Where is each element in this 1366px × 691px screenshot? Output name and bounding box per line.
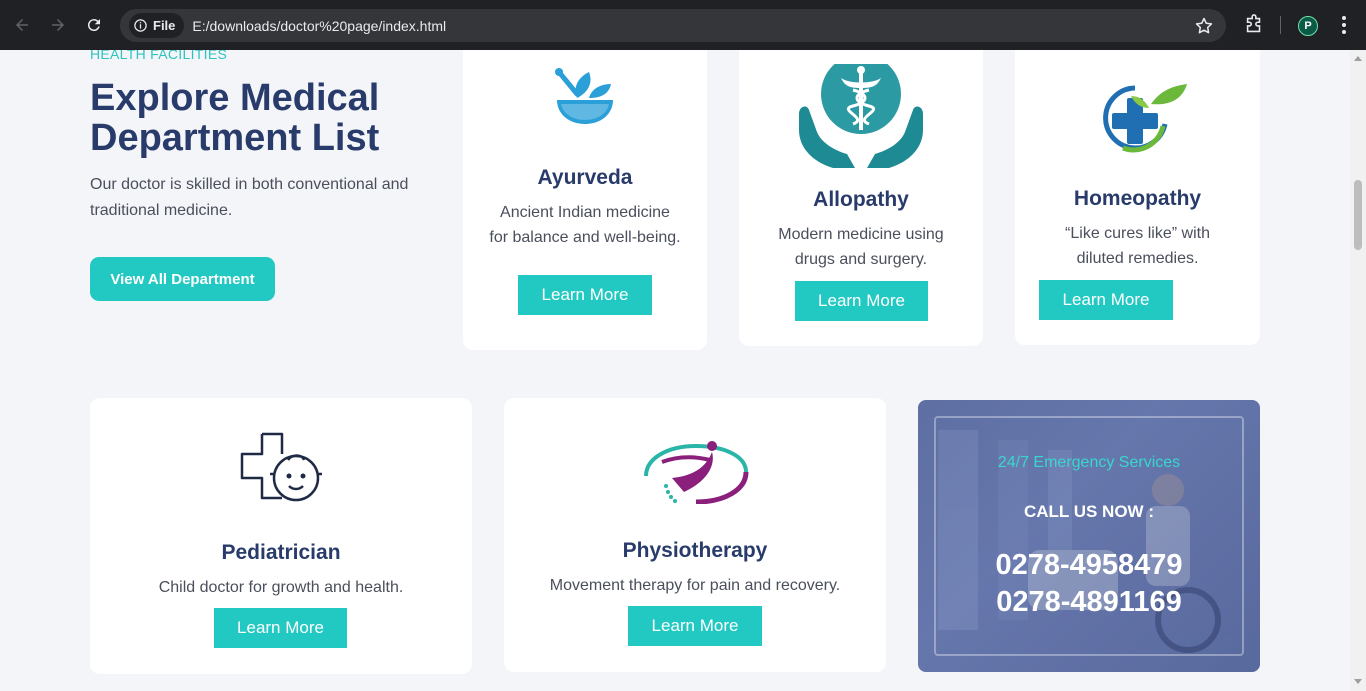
url-text[interactable]: E:/downloads/doctor%20page/index.html — [192, 18, 446, 34]
section-eyebrow: HEALTH FACILITIES — [90, 50, 228, 62]
department-title: Physiotherapy — [622, 539, 768, 562]
department-title: Ayurveda — [537, 166, 633, 189]
page-scrollbar[interactable] — [1350, 50, 1366, 691]
department-description: “Like cures like” with diluted remedies. — [1065, 225, 1210, 267]
back-arrow-icon — [16, 19, 28, 31]
department-card-allopathy: Allopathy Modern medicine using drugs an… — [739, 50, 983, 346]
kebab-menu-icon[interactable] — [1336, 15, 1352, 35]
medical-cross-leaf-icon — [1101, 80, 1189, 161]
forward-arrow-icon — [52, 19, 64, 31]
scroll-down-arrow-icon[interactable] — [1354, 679, 1362, 684]
mortar-pestle-leaf-icon — [553, 66, 617, 135]
emergency-frame — [934, 416, 1244, 656]
learn-more-button[interactable]: Learn More — [795, 281, 928, 321]
site-info-chip[interactable]: File — [129, 13, 185, 38]
toolbar-divider — [1280, 16, 1281, 34]
baby-cross-icon — [240, 430, 324, 509]
browser-toolbar: File E:/downloads/doctor%20page/index.ht… — [0, 0, 1366, 50]
emergency-services-card: 24/7 Emergency Services CALL US NOW : 02… — [918, 400, 1260, 672]
phone-number-2[interactable]: 0278-4891169 — [918, 586, 1260, 619]
section-description: Our doctor is skilled in both convention… — [90, 176, 409, 219]
emergency-subtitle: 24/7 Emergency Services — [997, 454, 1181, 471]
profile-avatar[interactable]: P — [1298, 16, 1318, 36]
back-button[interactable] — [9, 12, 35, 38]
bookmark-star-icon[interactable] — [1194, 16, 1214, 36]
phone-number-1[interactable]: 0278-4958479 — [918, 549, 1260, 582]
view-all-department-button[interactable]: View All Department — [90, 257, 275, 301]
address-bar[interactable]: File E:/downloads/doctor%20page/index.ht… — [120, 9, 1226, 42]
reload-icon — [87, 19, 100, 32]
page-content: HEALTH FACILITIES Explore Medical Depart… — [0, 50, 1350, 691]
department-card-physiotherapy: Physiotherapy Movement therapy for pain … — [504, 398, 886, 672]
learn-more-button[interactable]: Learn More — [214, 608, 347, 648]
spine-figure-icon — [642, 438, 750, 509]
department-description: Movement therapy for pain and recovery. — [549, 577, 841, 594]
forward-button[interactable] — [45, 12, 71, 38]
call-us-label: CALL US NOW : — [1023, 502, 1154, 521]
section-title: Explore Medical Department List — [90, 77, 380, 159]
department-card-homeopathy: Homeopathy “Like cures like” with dilute… — [1015, 50, 1260, 345]
info-icon — [134, 19, 147, 32]
learn-more-button[interactable]: Learn More — [1039, 280, 1173, 320]
department-description: Modern medicine using drugs and surgery. — [778, 226, 944, 268]
department-description: Ancient Indian medicine for balance and … — [489, 204, 681, 246]
scroll-thumb[interactable] — [1354, 180, 1362, 250]
department-card-ayurveda: Ayurveda Ancient Indian medicine for bal… — [463, 50, 707, 350]
department-description: Child doctor for growth and health. — [158, 579, 404, 596]
extensions-puzzle-icon[interactable] — [1243, 14, 1265, 36]
department-title: Homeopathy — [1073, 187, 1202, 210]
site-chip-label: File — [153, 18, 176, 33]
learn-more-button[interactable]: Learn More — [518, 275, 652, 315]
department-title: Allopathy — [813, 188, 909, 211]
reload-button[interactable] — [81, 12, 107, 38]
department-title: Pediatrician — [221, 541, 341, 564]
learn-more-button[interactable]: Learn More — [628, 606, 762, 646]
caduceus-hands-icon — [797, 54, 925, 175]
scroll-up-arrow-icon[interactable] — [1354, 56, 1362, 61]
department-card-pediatrician: Pediatrician Child doctor for growth and… — [90, 398, 472, 674]
